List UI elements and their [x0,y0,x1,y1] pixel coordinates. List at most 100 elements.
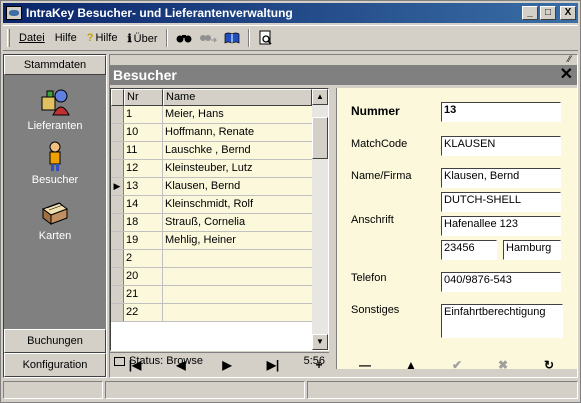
close-panel-icon[interactable]: ✕ [560,65,573,85]
matchcode-field[interactable]: KLAUSEN [441,136,561,156]
status-pane-2 [105,381,305,399]
besucher-panel: ⁄⁄ Besucher ✕ Nr Name 1 Meier, Hans 10 Hoff… [109,54,578,378]
table-row[interactable]: ▶ 13 Klausen, Bernd [111,178,312,196]
cell-nr[interactable]: 2 [124,250,163,267]
table-row[interactable]: 22 [111,304,312,322]
nummer-field[interactable]: 13 [441,102,561,122]
plz-field[interactable]: 23456 [441,240,497,260]
row-indicator [111,286,124,303]
cell-nr[interactable]: 14 [124,196,163,213]
scroll-up-button[interactable]: ▲ [312,89,328,105]
cell-name[interactable]: Strauß, Cornelia [163,214,312,231]
next-record-button[interactable]: ▶ [207,353,247,377]
cell-name[interactable]: Meier, Hans [163,106,312,123]
table-row[interactable]: 18 Strauß, Cornelia [111,214,312,232]
column-header-name[interactable]: Name [163,89,312,106]
cell-name[interactable]: Mehlig, Heiner [163,232,312,249]
visitor-grid[interactable]: Nr Name 1 Meier, Hans 10 Hoffmann, Renate 11… [110,88,329,351]
scroll-thumb[interactable] [312,117,328,159]
app-icon[interactable] [6,6,22,20]
name-field-1[interactable]: Klausen, Bernd [441,168,561,188]
sidebar-item-karten[interactable]: Karten [4,197,106,242]
info-icon: ℹ [127,32,132,45]
cell-nr[interactable]: 19 [124,232,163,249]
sidebar-item-label: Karten [38,230,72,242]
table-row[interactable]: 12 Kleinsteuber, Lutz [111,160,312,178]
toolbar-separator-2 [248,29,251,47]
last-record-button[interactable]: ▶| [253,353,293,377]
sidebar-item-buchungen[interactable]: Buchungen [4,329,106,353]
table-row[interactable]: 14 Kleinschmidt, Rolf [111,196,312,214]
forward-search-icon[interactable] [198,29,218,47]
row-indicator [111,196,124,213]
binoculars-icon[interactable] [174,29,194,47]
sidebar-header-stammdaten[interactable]: Stammdaten [4,55,106,75]
delete-record-button[interactable]: — [345,353,385,377]
table-row[interactable]: 1 Meier, Hans [111,106,312,124]
telefon-field[interactable]: 040/9876-543 [441,272,561,292]
name-firma-label: Name/Firma [351,170,412,182]
maximize-button[interactable]: □ [540,6,556,20]
cell-name[interactable] [163,268,312,285]
row-indicator [111,106,124,123]
post-record-button[interactable]: ✔ [437,353,477,377]
cell-name[interactable]: Hoffmann, Renate [163,124,312,141]
cell-name[interactable] [163,250,312,267]
sidebar-item-besucher[interactable]: Besucher [4,141,106,186]
cancel-record-button[interactable]: ✖ [483,353,523,377]
sidebar-item-konfiguration[interactable]: Konfiguration [4,353,106,377]
cell-name[interactable] [163,286,312,303]
table-row[interactable]: 20 [111,268,312,286]
title-bar[interactable]: IntraKey Besucher- und Lieferantenverwal… [3,3,578,23]
cell-name[interactable] [163,304,312,321]
grid-scrollbar[interactable]: ▲ ▼ [312,89,328,350]
cell-nr[interactable]: 12 [124,160,163,177]
table-row[interactable]: 10 Hoffmann, Renate [111,124,312,142]
menu-hilfe-question[interactable]: ? Hilfe [82,32,123,44]
ort-field[interactable]: Hamburg [503,240,561,260]
cell-nr[interactable]: 20 [124,268,163,285]
cell-name[interactable]: Lauschke , Bernd [163,142,312,159]
column-header-nr[interactable]: Nr [124,89,163,106]
scroll-down-button[interactable]: ▼ [312,334,328,350]
cell-nr[interactable]: 22 [124,304,163,321]
cell-nr[interactable]: 13 [124,178,163,195]
cell-nr[interactable]: 1 [124,106,163,123]
status-pane-1 [3,381,103,399]
table-row[interactable]: 21 [111,286,312,304]
first-record-button[interactable]: |◀ [115,353,155,377]
insert-record-button[interactable]: + [299,353,339,377]
visitor-detail-form: Nummer 13 MatchCode KLAUSEN Name/Firma K… [336,88,577,369]
cell-nr[interactable]: 10 [124,124,163,141]
table-row[interactable]: 2 [111,250,312,268]
sidebar-item-label: Lieferanten [27,120,83,132]
cell-nr[interactable]: 21 [124,286,163,303]
cell-name[interactable]: Klausen, Bernd [163,178,312,195]
table-row[interactable]: 19 Mehlig, Heiner [111,232,312,250]
name-field-2[interactable]: DUTCH-SHELL [441,192,561,212]
refresh-record-button[interactable]: ↻ [529,353,569,377]
close-button[interactable]: X [560,6,576,20]
menu-ueber[interactable]: ℹ Über [122,32,162,45]
preview-icon[interactable] [256,29,276,47]
strasse-field[interactable]: Hafenallee 123 [441,216,561,236]
edit-record-button[interactable]: ▲ [391,353,431,377]
toolbar-grip[interactable] [7,29,10,47]
row-indicator [111,250,124,267]
table-row[interactable]: 11 Lauschke , Bernd [111,142,312,160]
book-icon[interactable] [222,29,242,47]
sonstiges-field[interactable]: Einfahrtberechtigung [441,304,563,338]
prior-record-button[interactable]: ◀ [161,353,201,377]
cell-nr[interactable]: 18 [124,214,163,231]
cell-nr[interactable]: 11 [124,142,163,159]
menu-hilfe[interactable]: Hilfe [50,32,82,44]
sidebar-item-lieferanten[interactable]: Lieferanten [4,87,106,132]
panel-dock-strip: ⁄⁄ [110,55,577,65]
menu-datei[interactable]: Datei [14,32,50,44]
grid-indicator-header[interactable] [111,89,124,106]
minimize-button[interactable]: _ [522,6,538,20]
row-indicator [111,268,124,285]
cell-name[interactable]: Kleinschmidt, Rolf [163,196,312,213]
cell-name[interactable]: Kleinsteuber, Lutz [163,160,312,177]
panel-title: Besucher [113,67,177,83]
